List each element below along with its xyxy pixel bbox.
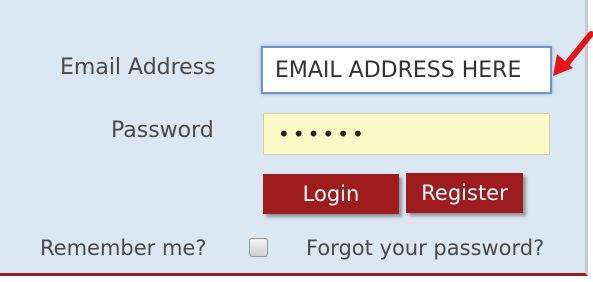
email-input[interactable] (261, 46, 552, 94)
password-label: Password (111, 118, 214, 143)
forgot-password-link[interactable]: Forgot your password? (306, 236, 544, 260)
red-arrow-icon (553, 31, 593, 76)
password-input[interactable] (263, 113, 550, 155)
login-button[interactable]: Login (263, 174, 399, 214)
email-label: Email Address (60, 55, 216, 80)
remember-me-checkbox[interactable] (249, 238, 268, 257)
remember-me-label: Remember me? (40, 236, 207, 260)
login-panel: Email Address Password Login Register Re… (0, 0, 588, 276)
register-button[interactable]: Register (406, 173, 523, 213)
